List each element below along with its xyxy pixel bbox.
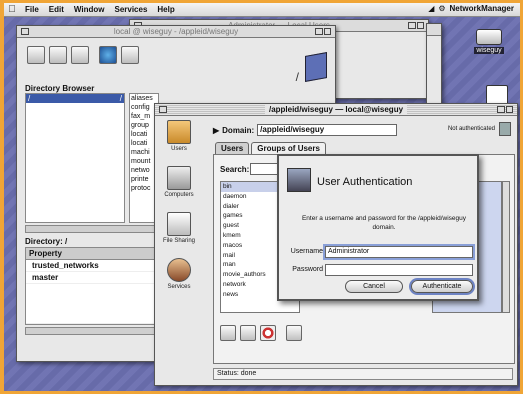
app-switcher-icon[interactable]: ⚙ bbox=[438, 4, 445, 13]
lock-icon[interactable] bbox=[499, 122, 511, 136]
computer-icon bbox=[167, 166, 191, 190]
cancel-button[interactable]: Cancel bbox=[345, 280, 403, 293]
password-field[interactable] bbox=[325, 264, 473, 276]
sidebar-item-computers[interactable]: Computers bbox=[159, 166, 199, 198]
search-icon[interactable] bbox=[121, 46, 139, 64]
domain-row: ▶ Domain: /appleid/wiseguy bbox=[213, 124, 398, 136]
sidebar-item-file-sharing[interactable]: File Sharing bbox=[159, 212, 199, 244]
menubar:  File Edit Window Services Help ◢ ⚙ Net… bbox=[4, 3, 520, 17]
table-row[interactable]: trusted_networks bbox=[26, 260, 158, 272]
folder-icon bbox=[486, 85, 508, 105]
menu-edit[interactable]: Edit bbox=[44, 5, 69, 14]
vertical-scrollbar[interactable] bbox=[502, 181, 510, 313]
tab-bar: Users Groups of Users bbox=[215, 142, 326, 154]
window-title: /appleid/wiseguy — local@wiseguy bbox=[264, 105, 408, 114]
copy-icon[interactable] bbox=[49, 46, 67, 64]
network-globe-icon[interactable] bbox=[99, 46, 117, 64]
titlebar[interactable]: local @ wiseguy - /appleid/wiseguy bbox=[17, 26, 335, 38]
folder-icon bbox=[305, 52, 327, 82]
disclosure-triangle-icon[interactable]: ▶ bbox=[213, 126, 219, 135]
username-field[interactable]: Administrator bbox=[325, 246, 473, 258]
app-menu-label[interactable]: NetworkManager bbox=[450, 4, 514, 13]
zoom-box-icon[interactable] bbox=[408, 22, 424, 29]
directory-label: Directory: / bbox=[25, 237, 68, 246]
duplicate-icon[interactable] bbox=[240, 325, 256, 341]
authenticate-button[interactable]: Authenticate bbox=[411, 280, 473, 293]
titlebar[interactable] bbox=[427, 24, 441, 36]
menu-services[interactable]: Services bbox=[109, 5, 152, 14]
menu-file[interactable]: File bbox=[20, 5, 44, 14]
dialog-message: Enter a username and password for the /a… bbox=[301, 215, 467, 231]
auth-status: Not authenticated bbox=[447, 126, 495, 132]
tab-groups-of-users[interactable]: Groups of Users bbox=[251, 142, 326, 154]
domain-field[interactable]: /appleid/wiseguy bbox=[257, 124, 398, 136]
hard-drive-icon bbox=[476, 29, 502, 45]
toolbar bbox=[27, 46, 139, 64]
table-row[interactable]: master bbox=[26, 272, 158, 284]
file-sharing-icon bbox=[167, 212, 191, 236]
tab-users[interactable]: Users bbox=[215, 142, 250, 154]
menubar-right: ◢ ⚙ NetworkManager bbox=[428, 4, 514, 13]
dialog-title: User Authentication bbox=[317, 176, 413, 188]
users-icon bbox=[167, 120, 191, 144]
new-group-icon[interactable] bbox=[220, 325, 236, 341]
edit-icon[interactable] bbox=[286, 325, 302, 341]
open-icon[interactable] bbox=[27, 46, 45, 64]
menu-window[interactable]: Window bbox=[69, 5, 110, 14]
search-label: Search: bbox=[220, 165, 250, 174]
username-label: Username bbox=[290, 248, 323, 255]
list-actions bbox=[220, 325, 302, 341]
apple-menu-icon[interactable]:  bbox=[4, 4, 20, 15]
table-empty-area bbox=[26, 284, 158, 324]
user-authentication-dialog[interactable]: User Authentication Enter a username and… bbox=[277, 154, 479, 301]
browser-column-root[interactable]: / / bbox=[25, 93, 125, 223]
delete-icon[interactable] bbox=[71, 46, 89, 64]
sidebar-item-label: Computers bbox=[164, 192, 194, 198]
list-item[interactable]: / / bbox=[26, 94, 124, 103]
list-item[interactable]: aliases bbox=[130, 94, 158, 103]
keychain-icon bbox=[287, 168, 311, 192]
desktop-drive-icon[interactable]: wiseguy bbox=[466, 29, 512, 54]
menu-help[interactable]: Help bbox=[152, 5, 179, 14]
window-title: local @ wiseguy - /appleid/wiseguy bbox=[109, 27, 243, 36]
sidebar: Users Computers File Sharing Services bbox=[159, 120, 199, 320]
sidebar-item-label: File Sharing bbox=[162, 238, 195, 244]
domain-label: Domain: bbox=[222, 125, 255, 135]
services-icon bbox=[167, 258, 191, 282]
close-box-icon[interactable] bbox=[21, 28, 29, 35]
status-bar: Status: done bbox=[213, 368, 513, 380]
titlebar[interactable]: /appleid/wiseguy — local@wiseguy bbox=[155, 104, 517, 116]
screen:  File Edit Window Services Help ◢ ⚙ Net… bbox=[4, 3, 520, 391]
delete-icon[interactable] bbox=[260, 325, 276, 341]
password-label: Password bbox=[292, 266, 323, 273]
zoom-box-icon[interactable] bbox=[497, 106, 513, 113]
path-slash-icon: / bbox=[295, 70, 299, 84]
sidebar-item-label: Services bbox=[167, 284, 191, 290]
column-header-property[interactable]: Property bbox=[26, 248, 158, 260]
property-table: Property trusted_networks master bbox=[25, 247, 159, 325]
sidebar-item-label: Users bbox=[171, 146, 187, 152]
directory-browser-label: Directory Browser bbox=[25, 84, 95, 93]
horizontal-scrollbar[interactable] bbox=[25, 225, 159, 233]
zoom-box-icon[interactable] bbox=[315, 28, 331, 35]
volume-icon[interactable]: ◢ bbox=[428, 4, 434, 13]
horizontal-scrollbar[interactable] bbox=[25, 327, 159, 335]
close-box-icon[interactable] bbox=[159, 106, 167, 113]
desktop-icon-label: wiseguy bbox=[474, 47, 504, 54]
sidebar-item-users[interactable]: Users bbox=[159, 120, 199, 152]
sidebar-item-services[interactable]: Services bbox=[159, 258, 199, 290]
